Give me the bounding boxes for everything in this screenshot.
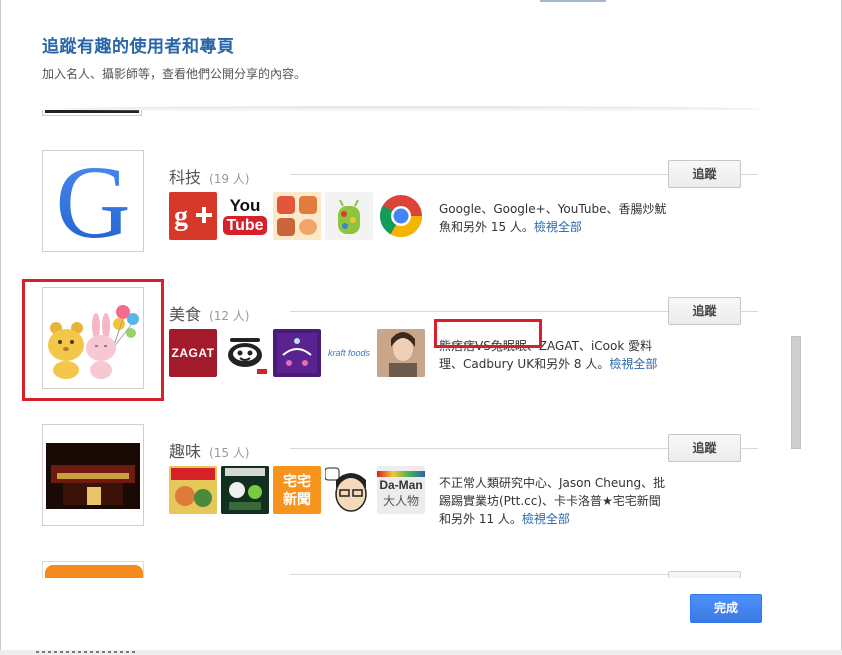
food-icons: ZAGAT kraft foods (169, 329, 425, 377)
svg-text:G: G (55, 151, 130, 251)
cadbury-icon[interactable] (273, 329, 321, 377)
dialog-header: 追蹤有趣的使用者和專頁 加入名人、攝影師等，查看他們公開分享的內容。 (42, 36, 802, 82)
dialog-title: 追蹤有趣的使用者和專頁 (42, 37, 235, 57)
otaku-news-line2: 新聞 (283, 491, 311, 507)
fun-thumbnail[interactable] (42, 424, 144, 526)
next-category-thumbnail (42, 561, 144, 578)
category-name: 科技 (169, 168, 202, 187)
cartoon-face-icon[interactable] (325, 466, 373, 514)
category-count: (12 人) (209, 309, 250, 323)
otaku-news-icon[interactable]: 宅宅 新聞 (273, 466, 321, 514)
night-building-icon (46, 443, 140, 509)
category-tech: G 科技 (19 人) 追蹤 g You Tube Google、Google+… (0, 150, 800, 254)
game-poster-icon[interactable] (221, 466, 269, 514)
tech-heading: 科技 (19 人) (169, 164, 249, 188)
youtube-icon[interactable]: You Tube (221, 192, 269, 240)
category-fun: 趣味 (15 人) 追蹤 宅宅 新聞 Da-Man 大人物 不正常人類研究中心、… (0, 424, 800, 528)
fun-heading: 趣味 (15 人) (169, 438, 249, 462)
done-button[interactable]: 完成 (690, 594, 762, 623)
kraft-foods-icon[interactable]: kraft foods (325, 329, 373, 377)
android-jellybean-icon[interactable] (325, 192, 373, 240)
bear-rabbit-icon (48, 305, 139, 379)
scrollbar-track[interactable] (790, 96, 802, 572)
da-man-icon[interactable]: Da-Man 大人物 (377, 466, 425, 514)
follow-food-button[interactable]: 追蹤 (668, 297, 741, 325)
tech-thumbnail[interactable]: G (42, 150, 144, 252)
follow-tech-button[interactable]: 追蹤 (668, 160, 741, 188)
google-g-icon: G (55, 151, 130, 251)
comic-poster-icon[interactable] (169, 466, 217, 514)
portrait-photo-icon[interactable] (377, 329, 425, 377)
tech-icons: g You Tube (169, 192, 425, 240)
next-follow-button[interactable] (668, 571, 741, 578)
fun-description: 不正常人類研究中心、Jason Cheung、批踢踢實業坊(Ptt.cc)、卡卡… (439, 474, 669, 528)
zagat-text: ZAGAT (171, 346, 215, 360)
google-plus-icon[interactable]: g (169, 192, 217, 240)
icook-icon[interactable] (221, 329, 269, 377)
view-all-link[interactable]: 檢視全部 (609, 357, 657, 371)
tech-description: Google、Google+、YouTube、香腸炒魷魚和另外 15 人。檢視全… (439, 200, 669, 236)
window-bottom-edge (0, 650, 842, 655)
top-window-edge (540, 0, 606, 2)
category-count: (19 人) (209, 172, 250, 186)
food-heading: 美食 (12 人) (169, 301, 249, 325)
kraft-text: kraft foods (327, 348, 371, 358)
youtube-tube-text: Tube (223, 216, 267, 235)
previous-category-thumbnail (42, 110, 142, 116)
sausage-squid-icon[interactable] (273, 192, 321, 240)
category-name: 美食 (169, 305, 202, 324)
fun-icons: 宅宅 新聞 Da-Man 大人物 (169, 466, 425, 514)
da-man-subtext: 大人物 (382, 494, 419, 508)
svg-text:g: g (174, 201, 188, 232)
zagat-icon[interactable]: ZAGAT (169, 329, 217, 377)
otaku-news-line1: 宅宅 (283, 473, 311, 489)
divider (290, 574, 668, 575)
chrome-icon[interactable] (377, 192, 425, 240)
youtube-you-text: You (229, 196, 261, 215)
food-thumbnail[interactable] (42, 287, 144, 389)
view-all-link[interactable]: 檢視全部 (534, 220, 582, 234)
category-name: 趣味 (169, 442, 202, 461)
scrollbar-thumb[interactable] (791, 336, 801, 449)
scroll-shadow (60, 106, 760, 112)
category-food: 美食 (12 人) 追蹤 ZAGAT kraft foods 熊痞痞VS兔眠眠、… (0, 287, 800, 391)
food-description: 熊痞痞VS兔眠眠、ZAGAT、iCook 愛料理、Cadbury UK和另外 8… (439, 337, 669, 373)
follow-fun-button[interactable]: 追蹤 (668, 434, 741, 462)
category-count: (15 人) (209, 446, 250, 460)
view-all-link[interactable]: 檢視全部 (522, 512, 570, 526)
dialog-subtitle: 加入名人、攝影師等，查看他們公開分享的內容。 (42, 67, 307, 81)
da-man-text: Da-Man (379, 478, 423, 492)
